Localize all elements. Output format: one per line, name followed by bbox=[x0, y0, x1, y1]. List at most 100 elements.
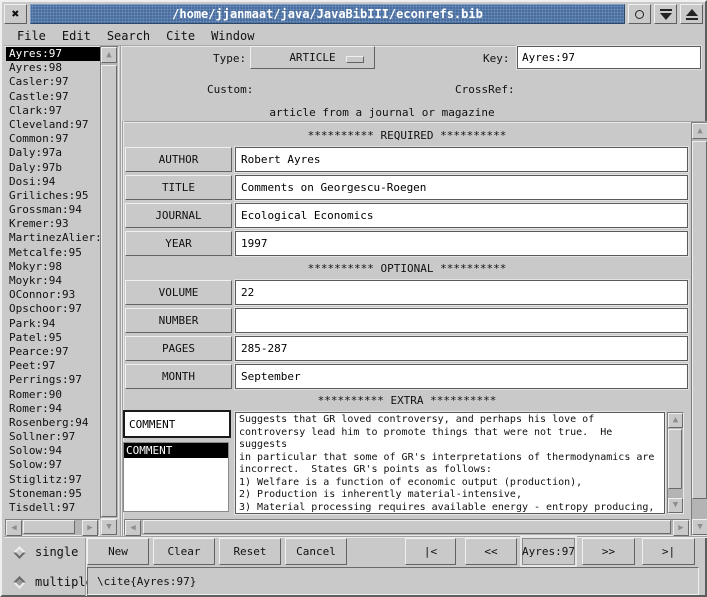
form-scroll-right-icon[interactable]: ▶ bbox=[673, 520, 689, 536]
window-title-strip[interactable]: /home/jjanmaat/java/JavaBibIII/econrefs.… bbox=[30, 4, 625, 24]
list-item[interactable]: Rosenberg:94 bbox=[6, 416, 100, 430]
list-item[interactable]: Common:97 bbox=[6, 132, 100, 146]
volume-input[interactable] bbox=[235, 280, 688, 305]
volume-field-button[interactable]: VOLUME bbox=[125, 280, 232, 305]
list-item[interactable]: Opschoor:97 bbox=[6, 302, 100, 316]
extra-field-list-item[interactable]: COMMENT bbox=[124, 443, 228, 458]
list-item[interactable]: Mokyr:98 bbox=[6, 260, 100, 274]
list-item[interactable]: Grossman:94 bbox=[6, 203, 100, 217]
list-item[interactable]: Perrings:97 bbox=[6, 373, 100, 387]
comment-scroll-down-icon[interactable]: ▼ bbox=[668, 498, 683, 513]
year-field-button[interactable]: YEAR bbox=[125, 231, 232, 256]
multiple-radio[interactable] bbox=[13, 576, 26, 589]
menu-search[interactable]: Search bbox=[107, 29, 150, 43]
comment-vscroll-thumb[interactable] bbox=[668, 429, 682, 489]
triangle-up-bar-icon bbox=[686, 9, 698, 20]
list-item[interactable]: Kremer:93 bbox=[6, 217, 100, 231]
bar-down-triangle-icon bbox=[660, 9, 672, 20]
list-item[interactable]: Park:94 bbox=[6, 317, 100, 331]
journal-input[interactable] bbox=[235, 203, 688, 228]
form-scroll-left-icon[interactable]: ◀ bbox=[125, 520, 141, 536]
list-item[interactable]: Peet:97 bbox=[6, 359, 100, 373]
pages-field-button[interactable]: PAGES bbox=[125, 336, 232, 361]
title-input[interactable] bbox=[235, 175, 688, 200]
extra-field-name-input[interactable] bbox=[123, 410, 231, 438]
form-scroll-up-icon[interactable]: ▲ bbox=[692, 123, 707, 139]
form-hscroll-thumb[interactable] bbox=[143, 520, 671, 534]
list-item[interactable]: Griliches:95 bbox=[6, 189, 100, 203]
month-input[interactable] bbox=[235, 364, 688, 389]
list-item[interactable]: Solow:94 bbox=[6, 444, 100, 458]
list-item[interactable]: Sollner:97 bbox=[6, 430, 100, 444]
list-scroll-down-icon[interactable]: ▼ bbox=[101, 519, 117, 535]
type-dropdown[interactable]: ARTICLE bbox=[250, 46, 375, 69]
optional-section-header: ********** OPTIONAL ********** bbox=[124, 262, 690, 275]
list-item[interactable]: Clark:97 bbox=[6, 104, 100, 118]
shade-button[interactable] bbox=[654, 4, 677, 24]
form-scroll-down-icon[interactable]: ▼ bbox=[692, 519, 707, 535]
list-item[interactable]: Dosi:94 bbox=[6, 175, 100, 189]
nav-first-button[interactable]: |< bbox=[405, 538, 456, 565]
list-item[interactable]: Daly:97b bbox=[6, 161, 100, 175]
menu-edit[interactable]: Edit bbox=[62, 29, 91, 43]
titlebar: ✖ /home/jjanmaat/java/JavaBibIII/econref… bbox=[4, 4, 703, 24]
list-item[interactable]: Pearce:97 bbox=[6, 345, 100, 359]
list-item[interactable]: Solow:97 bbox=[6, 458, 100, 472]
year-input[interactable] bbox=[235, 231, 688, 256]
list-item[interactable]: Cleveland:97 bbox=[6, 118, 100, 132]
list-item[interactable]: Stoneman:95 bbox=[6, 487, 100, 501]
comment-textarea[interactable]: Suggests that GR loved controversy, and … bbox=[235, 412, 665, 514]
author-field-button[interactable]: AUTHOR bbox=[125, 147, 232, 172]
list-item[interactable]: Patel:95 bbox=[6, 331, 100, 345]
form-vscroll-thumb[interactable] bbox=[692, 141, 707, 499]
list-item[interactable]: OConnor:93 bbox=[6, 288, 100, 302]
nav-last-button[interactable]: >| bbox=[642, 538, 695, 565]
comment-scroll-up-icon[interactable]: ▲ bbox=[668, 413, 683, 428]
single-radio[interactable] bbox=[13, 546, 26, 559]
key-input[interactable] bbox=[517, 46, 701, 69]
pages-input[interactable] bbox=[235, 336, 688, 361]
nav-prev-button[interactable]: << bbox=[465, 538, 517, 565]
list-item[interactable]: Stiglitz:97 bbox=[6, 473, 100, 487]
list-item[interactable]: Ayres:97 bbox=[6, 47, 100, 61]
menu-file[interactable]: File bbox=[17, 29, 46, 43]
list-item[interactable]: Castle:97 bbox=[6, 90, 100, 104]
cite-command-field[interactable]: \cite{Ayres:97} bbox=[87, 567, 699, 595]
list-scroll-up-icon[interactable]: ▲ bbox=[101, 47, 117, 63]
maximize-button[interactable] bbox=[680, 4, 703, 24]
app-window: ✖ /home/jjanmaat/java/JavaBibIII/econref… bbox=[0, 0, 707, 597]
list-item[interactable]: Romer:90 bbox=[6, 388, 100, 402]
list-item[interactable]: Romer:94 bbox=[6, 402, 100, 416]
list-item[interactable]: Moykr:94 bbox=[6, 274, 100, 288]
nav-current-record[interactable]: Ayres:97 bbox=[522, 538, 575, 565]
extra-field-list: COMMENT bbox=[123, 442, 229, 512]
title-field-button[interactable]: TITLE bbox=[125, 175, 232, 200]
list-item[interactable]: Ayres:98 bbox=[6, 61, 100, 75]
reset-button[interactable]: Reset bbox=[219, 538, 281, 565]
new-button[interactable]: New bbox=[87, 538, 149, 565]
nav-next-button[interactable]: >> bbox=[582, 538, 635, 565]
number-input[interactable] bbox=[235, 308, 688, 333]
cancel-button[interactable]: Cancel bbox=[285, 538, 347, 565]
list-hscroll-thumb[interactable] bbox=[23, 520, 75, 534]
list-scroll-left-icon[interactable]: ◀ bbox=[6, 520, 22, 536]
iconify-button[interactable] bbox=[628, 4, 651, 24]
menu-window[interactable]: Window bbox=[211, 29, 254, 43]
list-vscroll-thumb[interactable] bbox=[101, 65, 117, 517]
clear-button[interactable]: Clear bbox=[153, 538, 215, 565]
menu-cite[interactable]: Cite bbox=[166, 29, 195, 43]
journal-field-button[interactable]: JOURNAL bbox=[125, 203, 232, 228]
list-item[interactable]: Tisdell:97 bbox=[6, 501, 100, 515]
list-item[interactable]: MartinezAlier:9 bbox=[6, 231, 100, 245]
crossref-label: CrossRef: bbox=[455, 83, 515, 96]
list-item[interactable]: Casler:97 bbox=[6, 75, 100, 89]
list-scroll-right-icon[interactable]: ▶ bbox=[82, 520, 98, 536]
option-menu-indicator-icon bbox=[346, 56, 364, 63]
list-item[interactable]: Metcalfe:95 bbox=[6, 246, 100, 260]
list-item[interactable]: Daly:97a bbox=[6, 146, 100, 160]
month-field-button[interactable]: MONTH bbox=[125, 364, 232, 389]
reference-list: Ayres:97Ayres:98Casler:97Castle:97Clark:… bbox=[6, 47, 100, 518]
number-field-button[interactable]: NUMBER bbox=[125, 308, 232, 333]
close-button[interactable]: ✖ bbox=[4, 4, 27, 24]
author-input[interactable] bbox=[235, 147, 688, 172]
